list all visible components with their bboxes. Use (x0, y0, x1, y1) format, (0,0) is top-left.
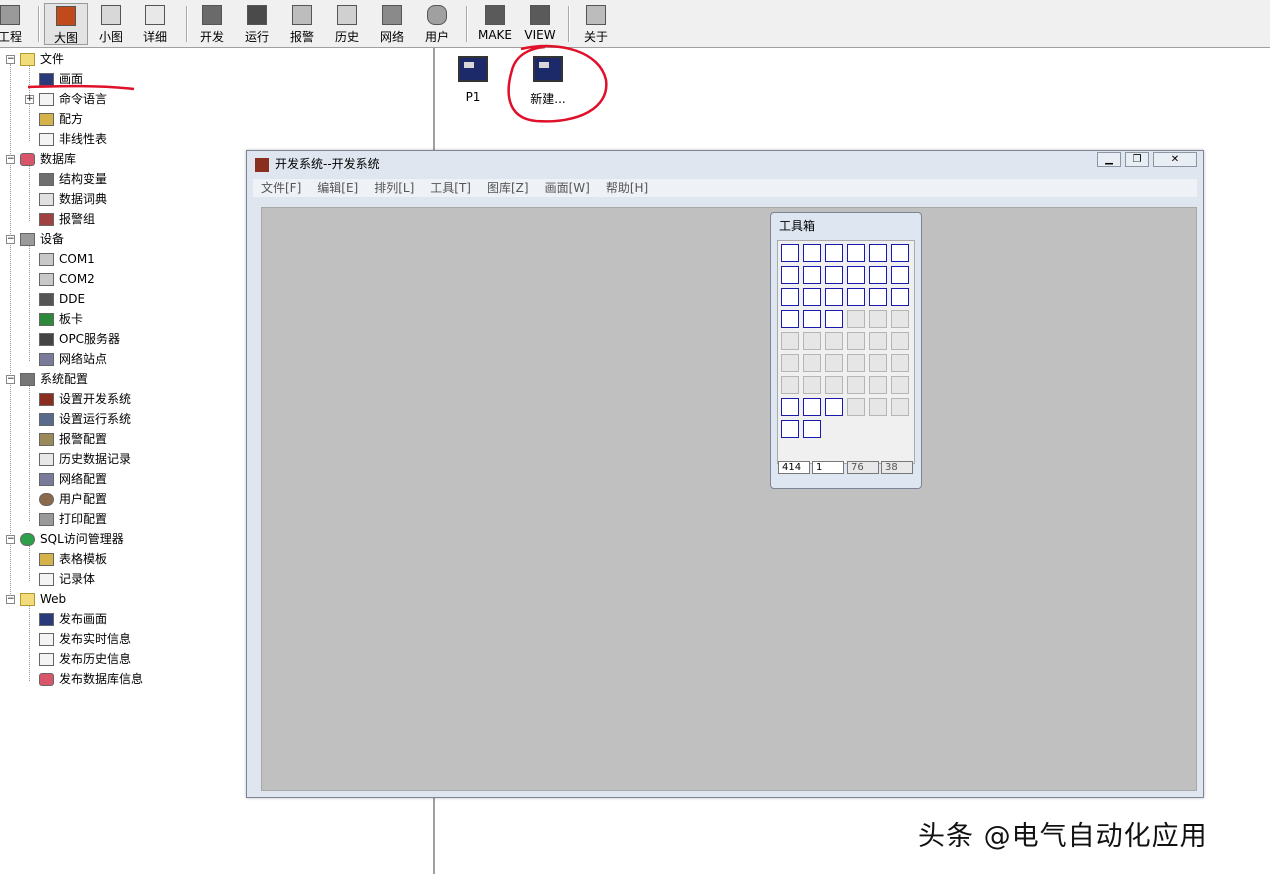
red-annotation-overlay (27, 44, 608, 123)
red-underline-mark (27, 84, 135, 91)
watermark-text: 头条 @电气自动化应用 (918, 821, 1208, 852)
red-circle-mark (507, 44, 608, 123)
